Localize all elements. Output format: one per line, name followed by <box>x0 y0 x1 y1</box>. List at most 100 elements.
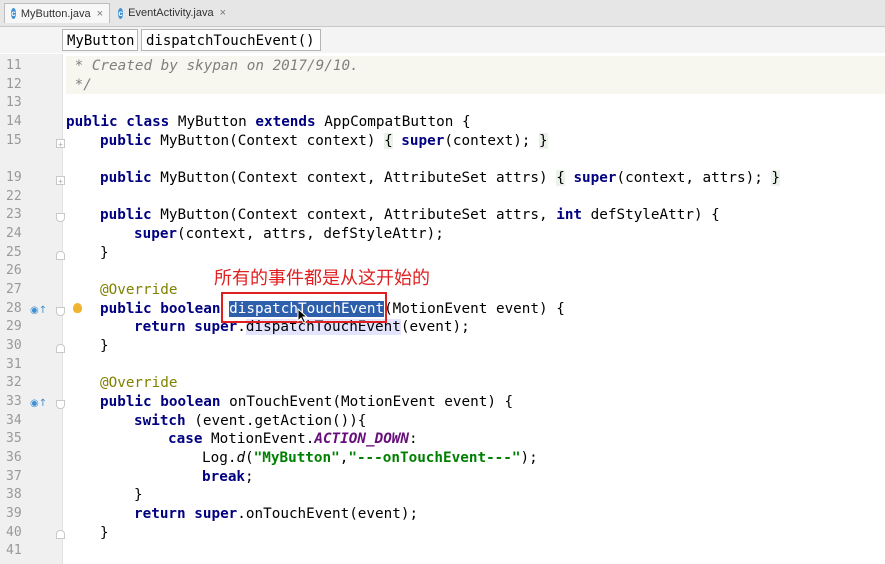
line-number: 30 <box>6 338 22 353</box>
code-line-34: switch (event.getAction()){ <box>134 412 366 431</box>
collapse-fold-icon[interactable] <box>56 400 65 409</box>
code-line-35: case MotionEvent.ACTION_DOWN: <box>168 430 418 449</box>
line-number: 39 <box>6 506 22 521</box>
constant: ACTION_DOWN <box>314 431 410 447</box>
line-number: 19 <box>6 170 22 185</box>
code-text: defStyleAttr) { <box>582 207 720 223</box>
keyword: public boolean <box>100 394 221 410</box>
line-number: 28 <box>6 301 22 316</box>
code-line-33: public boolean onTouchEvent(MotionEvent … <box>100 393 513 412</box>
comment-text: */ <box>66 77 92 93</box>
code-text: AppCompatButton { <box>315 114 471 130</box>
keyword: public <box>100 207 152 223</box>
tab-mybutton-java[interactable]: c MyButton.java × <box>4 3 110 23</box>
folded-brace: { <box>556 170 565 186</box>
line-number: 11 <box>6 58 22 73</box>
breadcrumb: MyButton dispatchTouchEvent() <box>0 27 885 53</box>
keyword: public <box>100 133 152 149</box>
line-number: 41 <box>6 543 22 558</box>
code-line-30: } <box>100 338 109 354</box>
line-number: 29 <box>6 319 22 334</box>
code-line-25: } <box>100 245 109 261</box>
keyword: public boolean <box>100 301 221 317</box>
line-number: 33 <box>6 394 22 409</box>
line-number: 22 <box>6 189 22 204</box>
code-text: MyButton <box>169 114 256 130</box>
code-text: (event); <box>400 319 470 335</box>
line-number: 25 <box>6 245 22 260</box>
expand-fold-icon[interactable]: + <box>56 139 65 149</box>
code-line-15: public MyButton(Context context) { super… <box>100 132 548 151</box>
keyword: return super <box>134 506 238 522</box>
close-icon[interactable]: × <box>220 7 226 19</box>
code-line-11: * Created by skypan on 2017/9/10. <box>66 57 359 76</box>
line-number: 31 <box>6 357 22 372</box>
line-number: 27 <box>6 282 22 297</box>
folded-brace: } <box>771 170 781 186</box>
keyword: switch <box>134 413 186 429</box>
fold-end-icon[interactable] <box>56 251 65 260</box>
class-icon: c <box>11 8 16 19</box>
code-text: ; <box>245 469 254 485</box>
fold-end-icon[interactable] <box>56 530 65 539</box>
code-text: MyButton(Context context) <box>151 133 385 149</box>
keyword: extends <box>255 114 316 130</box>
line-number: 40 <box>6 525 22 540</box>
code-line-39: return super.onTouchEvent(event); <box>134 505 418 524</box>
keyword: super <box>134 226 178 242</box>
tab-eventactivity-java[interactable]: c EventActivity.java × <box>112 3 232 23</box>
keyword: case <box>168 431 203 447</box>
breadcrumb-class[interactable]: MyButton <box>62 29 138 51</box>
code-text: .onTouchEvent(event); <box>237 506 419 522</box>
code-line-19: public MyButton(Context context, Attribu… <box>100 169 781 188</box>
line-number: 37 <box>6 469 22 484</box>
expand-fold-icon[interactable]: + <box>56 176 65 186</box>
line-number: 15 <box>6 133 22 148</box>
code-line-23: public MyButton(Context context, Attribu… <box>100 206 720 225</box>
code-text: (MotionEvent event) { <box>384 301 565 317</box>
editor-tab-bar: c MyButton.java × c EventActivity.java × <box>0 0 885 27</box>
close-icon[interactable]: × <box>97 8 103 20</box>
line-number: 14 <box>6 114 22 129</box>
code-editor[interactable]: * Created by skypan on 2017/9/10. */ pub… <box>66 54 885 564</box>
collapse-fold-icon[interactable] <box>56 213 65 222</box>
fold-end-icon[interactable] <box>56 344 65 353</box>
line-number: 26 <box>6 263 22 278</box>
keyword: int <box>556 207 583 223</box>
line-number-gutter: 11 12 13 14 15 19 22 23 24 25 26 27 28 2… <box>0 54 82 564</box>
override-method-icon[interactable]: ◉↑ <box>30 305 47 316</box>
line-number: 35 <box>6 431 22 446</box>
code-line-24: super(context, attrs, defStyleAttr); <box>134 225 444 244</box>
keyword: public <box>100 170 152 186</box>
line-number: 23 <box>6 207 22 222</box>
code-text: MyButton(Context context, AttributeSet a… <box>151 207 557 223</box>
line-number: 24 <box>6 226 22 241</box>
line-number: 13 <box>6 95 22 110</box>
mouse-cursor-icon <box>297 308 309 324</box>
override-method-icon[interactable]: ◉↑ <box>30 398 47 409</box>
code-text: (context, attrs); <box>616 170 772 186</box>
breadcrumb-method[interactable]: dispatchTouchEvent() <box>141 29 321 51</box>
code-line-12: */ <box>66 76 92 95</box>
code-line-36: Log.d("MyButton","---onTouchEvent---"); <box>202 449 538 468</box>
code-text: : <box>409 431 418 447</box>
keyword: super <box>573 170 617 186</box>
code-text: (context); <box>444 133 540 149</box>
collapse-fold-icon[interactable] <box>56 307 65 316</box>
code-text: MotionEvent. <box>202 431 315 447</box>
code-text: (event.getAction()){ <box>185 413 367 429</box>
string-literal: "---onTouchEvent---" <box>348 450 521 466</box>
annotation-note: 所有的事件都是从这开始的 <box>214 268 430 289</box>
keyword: super <box>401 133 445 149</box>
keyword: public class <box>66 114 170 130</box>
code-text: (context, attrs, defStyleAttr); <box>177 226 444 242</box>
code-line-32: @Override <box>100 374 177 393</box>
code-line-38: } <box>134 487 143 503</box>
code-text: Log. <box>202 450 237 466</box>
folded-brace: } <box>539 133 548 149</box>
tab-label: EventActivity.java <box>128 7 214 19</box>
line-number: 34 <box>6 413 22 428</box>
line-number: 38 <box>6 487 22 502</box>
code-text: MyButton(Context context, AttributeSet a… <box>151 170 557 186</box>
